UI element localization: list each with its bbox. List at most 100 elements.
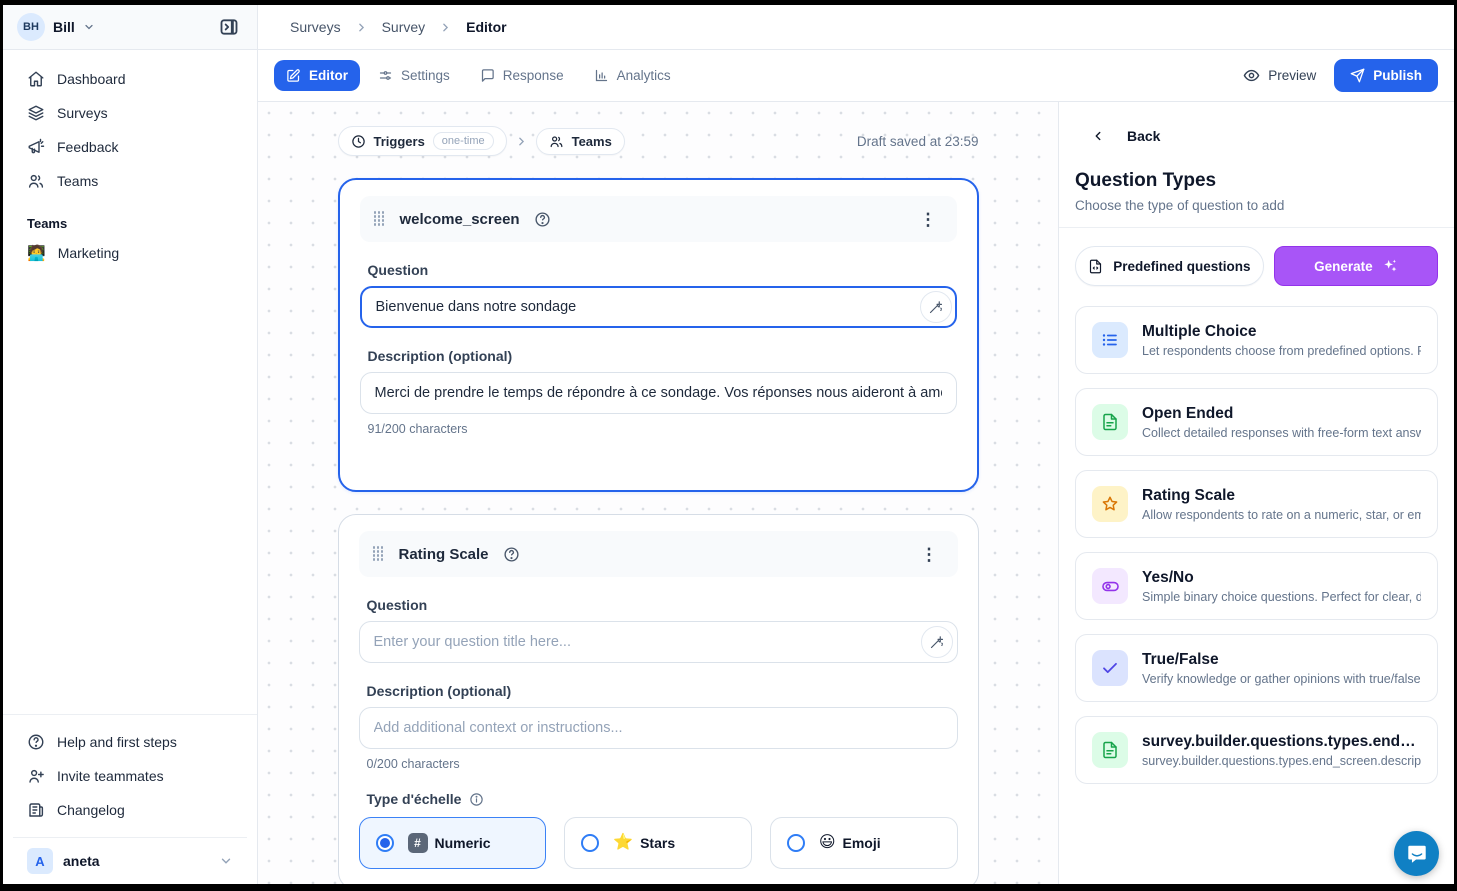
type-card-end-screen[interactable]: survey.builder.questions.types.end_scr..… bbox=[1075, 716, 1438, 784]
type-card-rating-scale[interactable]: Rating Scale Allow respondents to rate o… bbox=[1075, 470, 1438, 538]
panel-title: Question Types bbox=[1059, 144, 1454, 192]
survey-canvas: Triggers one-time Teams Draft saved at 2… bbox=[258, 102, 1058, 884]
chevron-left-icon bbox=[1091, 129, 1105, 143]
card-title: Rating Scale bbox=[399, 546, 489, 563]
scale-option-emoji[interactable]: 😃 Emoji bbox=[770, 817, 958, 869]
predefined-questions-button[interactable]: Predefined questions bbox=[1075, 246, 1264, 286]
breadcrumb-surveys[interactable]: Surveys bbox=[290, 19, 341, 35]
user-name[interactable]: Bill bbox=[53, 19, 75, 35]
sidebar-item-label: Dashboard bbox=[57, 71, 126, 87]
info-icon[interactable] bbox=[469, 792, 484, 807]
description-input[interactable] bbox=[359, 707, 958, 749]
kebab-menu-icon[interactable]: ⋮ bbox=[914, 207, 943, 232]
chevron-down-icon[interactable] bbox=[83, 21, 95, 33]
sidebar-item-dashboard[interactable]: Dashboard bbox=[13, 62, 247, 96]
sidebar-item-label: Teams bbox=[57, 173, 98, 189]
tab-editor[interactable]: Editor bbox=[274, 60, 360, 91]
scale-option-stars[interactable]: ⭐ Stars bbox=[564, 817, 752, 869]
tab-label: Settings bbox=[401, 68, 450, 83]
app-window: BH Bill Dashboard Surveys Feedback bbox=[3, 5, 1454, 884]
tab-analytics[interactable]: Analytics bbox=[582, 60, 683, 91]
breadcrumb-survey[interactable]: Survey bbox=[382, 19, 426, 35]
star-emoji-icon: ⭐ bbox=[613, 835, 633, 851]
org-switcher[interactable]: A aneta bbox=[13, 837, 247, 884]
scale-type-label: Type d'échelle bbox=[367, 791, 958, 807]
question-card-welcome-screen[interactable]: welcome_screen ⋮ Question bbox=[338, 178, 979, 492]
char-count: 0/200 characters bbox=[367, 757, 958, 771]
sidebar-item-marketing[interactable]: 🧑‍💻 Marketing bbox=[3, 237, 257, 269]
scale-type-options: # Numeric ⭐ Stars bbox=[359, 817, 958, 869]
users-icon bbox=[549, 134, 564, 149]
teams-section-label: Teams bbox=[3, 198, 257, 237]
type-card-multiple-choice[interactable]: Multiple Choice Let respondents choose f… bbox=[1075, 306, 1438, 374]
preview-button[interactable]: Preview bbox=[1231, 59, 1328, 92]
triggers-label: Triggers bbox=[374, 134, 425, 149]
sidebar-item-feedback[interactable]: Feedback bbox=[13, 130, 247, 164]
user-plus-icon bbox=[27, 767, 45, 785]
chat-bubble-icon bbox=[1406, 843, 1428, 865]
triggers-button[interactable]: Triggers one-time bbox=[338, 126, 507, 156]
description-input[interactable] bbox=[360, 372, 957, 414]
sidebar-item-label: Feedback bbox=[57, 139, 118, 155]
avatar[interactable]: BH bbox=[17, 13, 45, 41]
star-icon bbox=[1101, 495, 1119, 513]
question-input[interactable] bbox=[360, 286, 957, 328]
teams-button[interactable]: Teams bbox=[536, 128, 625, 155]
question-card-rating-scale[interactable]: Rating Scale ⋮ Question bbox=[338, 514, 979, 884]
publish-button[interactable]: Publish bbox=[1334, 59, 1438, 92]
help-circle-icon[interactable] bbox=[534, 211, 551, 228]
type-description: Simple binary choice questions. Perfect … bbox=[1142, 590, 1421, 604]
question-types-panel: Back Question Types Choose the type of q… bbox=[1058, 102, 1454, 884]
scale-type-label-text: Type d'échelle bbox=[367, 791, 462, 807]
sidebar-item-invite[interactable]: Invite teammates bbox=[13, 759, 247, 793]
sidebar-item-label: Help and first steps bbox=[57, 734, 177, 750]
type-card-open-ended[interactable]: Open Ended Collect detailed responses wi… bbox=[1075, 388, 1438, 456]
sidebar-item-help[interactable]: Help and first steps bbox=[13, 725, 247, 759]
help-circle-icon[interactable] bbox=[503, 546, 520, 563]
main-area: Surveys Survey Editor Editor Settings Re… bbox=[258, 5, 1454, 884]
ai-rewrite-button[interactable] bbox=[921, 626, 953, 658]
type-card-yes-no[interactable]: Yes/No Simple binary choice questions. P… bbox=[1075, 552, 1438, 620]
sidebar-toggle-button[interactable] bbox=[215, 13, 243, 41]
type-description: Verify knowledge or gather opinions with… bbox=[1142, 672, 1421, 686]
hash-icon: # bbox=[408, 833, 428, 853]
back-button[interactable]: Back bbox=[1059, 102, 1454, 144]
radio-checked-icon bbox=[376, 834, 394, 852]
chat-launcher-button[interactable] bbox=[1394, 831, 1439, 876]
team-emoji-icon: 🧑‍💻 bbox=[27, 246, 46, 261]
message-square-icon bbox=[480, 68, 495, 83]
scale-option-numeric[interactable]: # Numeric bbox=[359, 817, 547, 869]
ai-rewrite-button[interactable] bbox=[920, 291, 952, 323]
type-title: survey.builder.questions.types.end_scr..… bbox=[1142, 733, 1421, 751]
generate-button[interactable]: Generate bbox=[1274, 246, 1438, 286]
sidebar: BH Bill Dashboard Surveys Feedback bbox=[3, 5, 258, 884]
type-card-true-false[interactable]: True/False Verify knowledge or gather op… bbox=[1075, 634, 1438, 702]
generate-label: Generate bbox=[1314, 259, 1373, 274]
question-label: Question bbox=[368, 262, 957, 278]
question-input[interactable] bbox=[359, 621, 958, 663]
sidebar-item-teams[interactable]: Teams bbox=[13, 164, 247, 198]
preview-label: Preview bbox=[1268, 68, 1316, 83]
drag-handle-icon[interactable] bbox=[373, 546, 385, 562]
tab-label: Analytics bbox=[617, 68, 671, 83]
sidebar-item-changelog[interactable]: Changelog bbox=[13, 793, 247, 827]
canvas-meta-row: Triggers one-time Teams Draft saved at 2… bbox=[338, 126, 979, 156]
eye-icon bbox=[1243, 67, 1260, 84]
smiley-emoji-icon: 😃 bbox=[819, 835, 836, 851]
triggers-badge: one-time bbox=[433, 132, 494, 150]
description-label: Description (optional) bbox=[368, 348, 957, 364]
file-icon bbox=[1088, 259, 1103, 274]
breadcrumb-editor[interactable]: Editor bbox=[466, 19, 506, 35]
sidebar-item-surveys[interactable]: Surveys bbox=[13, 96, 247, 130]
drag-handle-icon[interactable] bbox=[374, 211, 386, 227]
tab-settings[interactable]: Settings bbox=[366, 60, 462, 91]
back-label: Back bbox=[1127, 128, 1160, 144]
type-description: survey.builder.questions.types.end_scree… bbox=[1142, 754, 1421, 768]
editor-tabs: Editor Settings Response Analytics bbox=[274, 60, 683, 91]
org-avatar: A bbox=[27, 848, 53, 874]
tab-response[interactable]: Response bbox=[468, 60, 576, 91]
breadcrumb: Surveys Survey Editor bbox=[258, 5, 1454, 50]
kebab-menu-icon[interactable]: ⋮ bbox=[915, 542, 944, 567]
sidebar-footer: Help and first steps Invite teammates Ch… bbox=[3, 714, 257, 884]
sidebar-item-label: Surveys bbox=[57, 105, 108, 121]
